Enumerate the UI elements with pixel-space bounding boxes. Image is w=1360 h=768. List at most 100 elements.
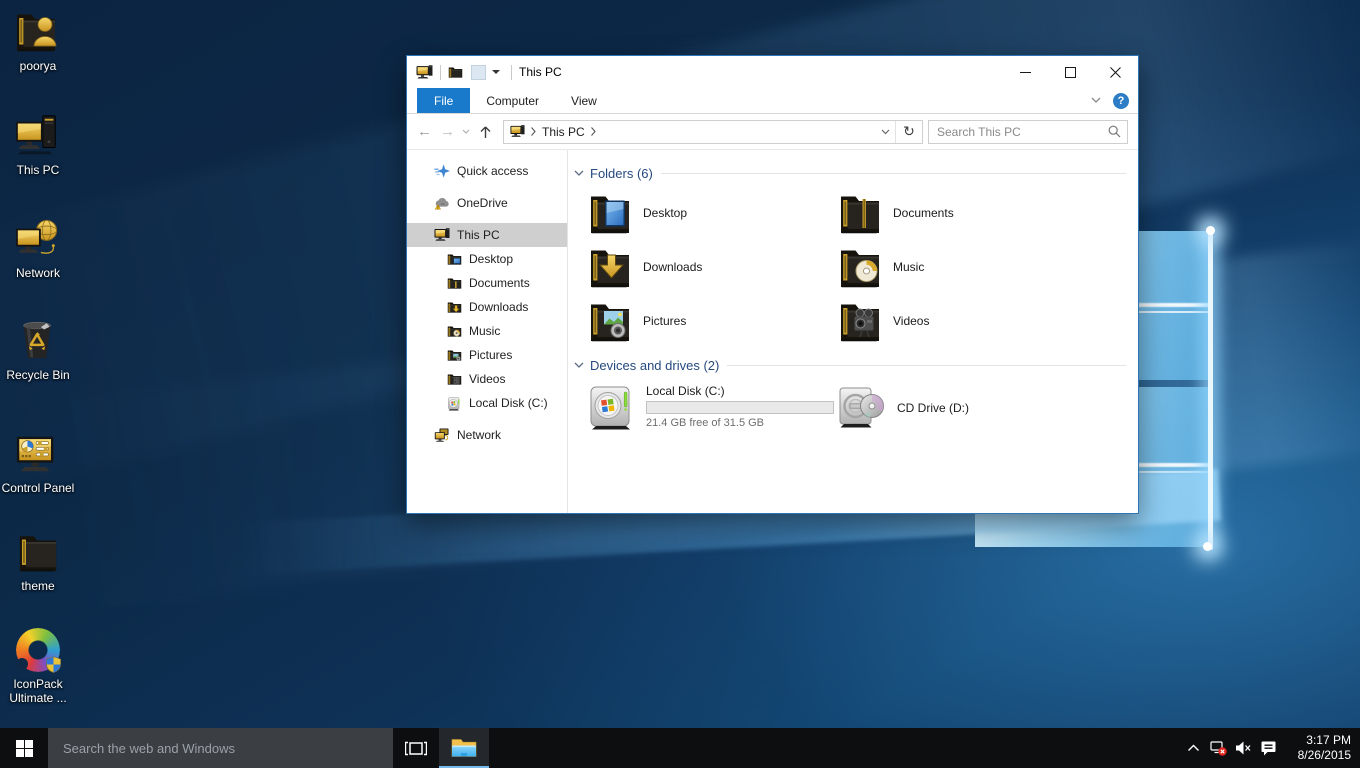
breadcrumb-chevron-icon[interactable] (525, 127, 542, 136)
desktop-folder-icon (447, 252, 462, 267)
task-view-icon (405, 740, 427, 757)
refresh-button[interactable]: ↻ (895, 121, 922, 143)
back-button[interactable]: ← (413, 124, 436, 139)
wallpaper-logo-edge (1208, 228, 1213, 550)
breadcrumb-chevron-icon[interactable] (585, 127, 602, 136)
sidebar-item-videos[interactable]: Videos (407, 367, 567, 391)
wallpaper-glint (1203, 542, 1212, 551)
file-explorer-taskbar-button[interactable] (439, 728, 489, 768)
quick-access-star-icon (434, 163, 450, 179)
collapse-chevron-icon[interactable] (574, 362, 584, 369)
group-title[interactable]: Folders (6) (590, 166, 653, 181)
sidebar-item-network[interactable]: Network (407, 423, 567, 447)
desktop-icon-theme-folder[interactable]: theme (1, 528, 75, 593)
items-view: Folders (6) Desktop Documents Downloads (568, 150, 1138, 513)
breadcrumb-this-pc[interactable]: This PC (542, 125, 585, 139)
shield-icon (45, 656, 62, 676)
drive-tile-cd-d[interactable]: CD Drive (D:) (838, 384, 1088, 432)
desktop-icon-label: IconPack Ultimate ... (1, 677, 75, 705)
folder-tile-pictures[interactable]: Pictures (588, 294, 838, 348)
recycle-bin-icon (14, 317, 62, 365)
desktop-icon-label: Recycle Bin (6, 368, 69, 382)
network-status-icon[interactable] (1206, 728, 1231, 768)
disk-usage-bar (646, 401, 834, 414)
desktop-icon-network[interactable]: Network (1, 215, 75, 280)
folder-tile-desktop[interactable]: Desktop (588, 186, 838, 240)
desktop-icon-this-pc[interactable]: This PC (1, 112, 75, 177)
this-pc-icon (434, 227, 450, 243)
volume-muted-icon[interactable] (1231, 728, 1256, 768)
qat-new-folder-icon[interactable] (471, 65, 486, 80)
sidebar-item-documents[interactable]: Documents (407, 271, 567, 295)
desktop-icon-user-folder[interactable]: poorya (1, 8, 75, 73)
local-disk-icon (447, 396, 462, 411)
sidebar-item-downloads[interactable]: Downloads (407, 295, 567, 319)
recent-locations-chevron[interactable] (459, 129, 473, 135)
devices-group-header[interactable]: Devices and drives (2) (574, 354, 1126, 376)
help-button[interactable]: ? (1113, 93, 1129, 109)
folders-group-header[interactable]: Folders (6) (574, 162, 1126, 184)
forward-button[interactable]: → (436, 124, 459, 139)
tab-view[interactable]: View (555, 88, 613, 113)
disk-free-space-text: 21.4 GB free of 31.5 GB (646, 417, 834, 429)
sidebar-item-desktop[interactable]: Desktop (407, 247, 567, 271)
taskbar-clock[interactable]: 3:17 PM 8/26/2015 (1287, 733, 1351, 763)
taskbar-search-box[interactable] (48, 728, 393, 768)
videos-folder-icon (838, 299, 882, 343)
window-this-pc-icon (416, 64, 433, 81)
group-rule (727, 365, 1126, 366)
folder-tile-downloads[interactable]: Downloads (588, 240, 838, 294)
sidebar-item-quick-access[interactable]: Quick access (407, 159, 567, 183)
tray-show-hidden-icons-chevron[interactable] (1181, 728, 1206, 768)
tab-file[interactable]: File (417, 88, 470, 113)
sidebar-item-this-pc[interactable]: This PC (407, 223, 567, 247)
divider (511, 65, 512, 80)
search-icon[interactable] (1108, 125, 1121, 138)
sidebar-item-local-disk-c[interactable]: Local Disk (C:) (407, 391, 567, 415)
folders-grid: Desktop Documents Downloads Music Pictur… (588, 186, 1126, 348)
explorer-search-input[interactable] (935, 124, 1108, 140)
system-tray: 3:17 PM 8/26/2015 (1181, 728, 1360, 768)
address-bar[interactable]: This PC ↻ (503, 120, 923, 144)
pictures-folder-icon (447, 348, 462, 363)
up-button[interactable] (473, 125, 497, 139)
task-view-button[interactable] (393, 728, 439, 768)
group-title[interactable]: Devices and drives (2) (590, 358, 719, 373)
caption-buttons (1003, 56, 1138, 88)
folder-tile-music[interactable]: Music (838, 240, 1088, 294)
navigation-bar: ← → This PC ↻ (407, 114, 1138, 150)
desktop-icon-control-panel[interactable]: Control Panel (1, 430, 75, 495)
desktop-folder-icon (588, 191, 632, 235)
drive-tile-local-disk-c[interactable]: Local Disk (C:) 21.4 GB free of 31.5 GB (588, 384, 838, 432)
folder-tile-documents[interactable]: Documents (838, 186, 1088, 240)
clock-date: 8/26/2015 (1298, 748, 1351, 762)
tab-computer[interactable]: Computer (470, 88, 555, 113)
sidebar-item-music[interactable]: Music (407, 319, 567, 343)
sidebar-item-pictures[interactable]: Pictures (407, 343, 567, 367)
folder-icon (14, 528, 62, 576)
maximize-button[interactable] (1048, 56, 1093, 88)
control-panel-icon (14, 430, 62, 478)
ribbon-collapse-chevron-icon[interactable] (1091, 97, 1101, 104)
qat-customize-dropdown[interactable] (492, 70, 500, 74)
taskbar-search-input[interactable] (61, 740, 393, 757)
close-button[interactable] (1093, 56, 1138, 88)
clock-time: 3:17 PM (1306, 733, 1351, 747)
computer-icon (14, 112, 62, 160)
action-center-icon[interactable] (1256, 728, 1281, 768)
desktop-icon-iconpack[interactable]: IconPack Ultimate ... (1, 626, 75, 705)
start-button[interactable] (0, 728, 48, 768)
user-folder-icon (14, 8, 62, 56)
address-dropdown-chevron[interactable] (875, 121, 895, 143)
windows-logo-icon (16, 740, 33, 757)
folder-tile-videos[interactable]: Videos (838, 294, 1088, 348)
ribbon-tabs: File Computer View ? (407, 88, 1138, 114)
sidebar-item-onedrive[interactable]: OneDrive (407, 191, 567, 215)
minimize-button[interactable] (1003, 56, 1048, 88)
qat-properties-icon[interactable] (448, 65, 463, 80)
desktop-icon-label: Control Panel (2, 481, 75, 495)
collapse-chevron-icon[interactable] (574, 170, 584, 177)
desktop-icon-recycle-bin[interactable]: Recycle Bin (1, 317, 75, 382)
explorer-search-box[interactable] (928, 120, 1128, 144)
desktop-icon-label: poorya (20, 59, 57, 73)
